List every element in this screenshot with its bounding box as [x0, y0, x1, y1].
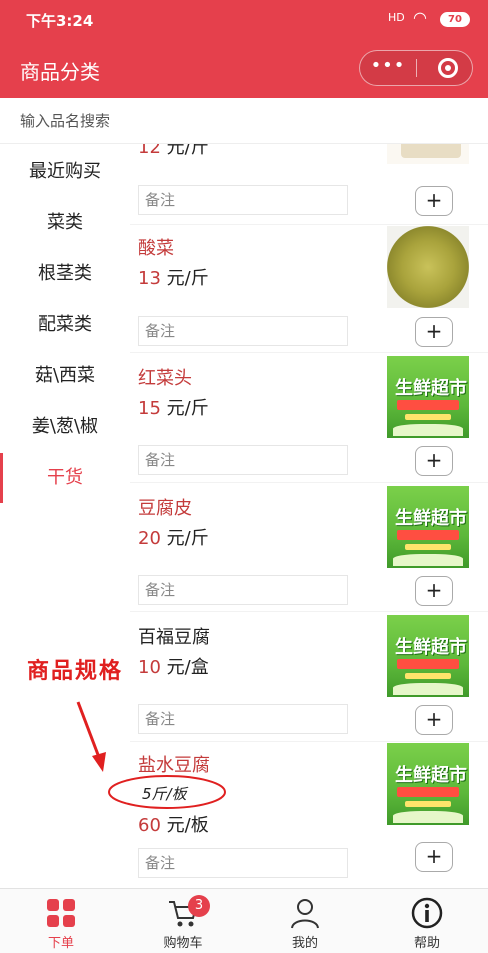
category-recent[interactable]: 最近购买 — [0, 147, 130, 197]
divider — [130, 224, 488, 225]
info-icon — [411, 897, 443, 929]
category-roots[interactable]: 根茎类 — [0, 249, 130, 299]
add-to-cart-button[interactable]: + — [415, 705, 453, 735]
signal-icon: HD — [388, 11, 405, 24]
tab-label: 购物车 — [163, 936, 203, 951]
divider — [130, 611, 488, 612]
category-dry-goods[interactable]: 干货 — [0, 453, 130, 503]
remark-input[interactable]: 备注 — [138, 185, 348, 215]
tab-mine[interactable]: 我的 — [244, 889, 366, 953]
product-price: 20 元/斤 — [138, 528, 209, 549]
spec-highlight-ellipse — [108, 775, 226, 809]
category-ginger-onion-pepper[interactable]: 姜\葱\椒 — [0, 402, 130, 452]
product-image: 生鲜超市 — [387, 356, 469, 438]
product-image: 生鲜超市 — [387, 486, 469, 568]
product-price: 60 元/板 — [138, 815, 209, 836]
add-to-cart-button[interactable]: + — [415, 317, 453, 347]
product-name: 酸菜 — [138, 238, 174, 259]
more-button[interactable]: ••• — [360, 51, 416, 85]
product-name: 百福豆腐 — [138, 627, 210, 648]
grid-icon — [47, 899, 75, 927]
category-mushrooms[interactable]: 菇\西菜 — [0, 351, 130, 401]
remark-input[interactable]: 备注 — [138, 704, 348, 734]
divider — [130, 482, 488, 483]
category-vegetables[interactable]: 菜类 — [0, 198, 130, 248]
battery-icon: 70 — [440, 12, 470, 27]
product-image — [387, 226, 469, 308]
close-miniapp-icon[interactable] — [438, 58, 458, 78]
remark-input[interactable]: 备注 — [138, 316, 348, 346]
search-input[interactable] — [20, 106, 460, 136]
tab-help[interactable]: 帮助 — [366, 889, 488, 953]
remark-input[interactable]: 备注 — [138, 575, 348, 605]
product-name: 红菜头 — [138, 368, 192, 389]
add-to-cart-button[interactable]: + — [415, 576, 453, 606]
annotation-arrow-icon — [76, 701, 106, 772]
spec-annotation-label: 商品规格 — [27, 659, 124, 684]
tab-cart[interactable]: 3 购物车 — [122, 889, 244, 953]
product-price: 10 元/盒 — [138, 657, 209, 678]
status-bar: 下午3:24 HD ◠ 70 — [0, 0, 488, 40]
remark-input[interactable]: 备注 — [138, 445, 348, 475]
cart-badge: 3 — [188, 895, 210, 917]
remark-input[interactable]: 备注 — [138, 848, 348, 878]
divider — [130, 741, 488, 742]
page-title: 商品分类 — [20, 60, 100, 84]
product-price: 12 元/斤 — [138, 144, 209, 158]
tab-label: 帮助 — [413, 936, 440, 951]
status-time: 下午3:24 — [26, 12, 94, 30]
product-price: 13 元/斤 — [138, 268, 209, 289]
category-side-dishes[interactable]: 配菜类 — [0, 300, 130, 350]
capsule-divider — [416, 59, 417, 77]
product-price: 15 元/斤 — [138, 398, 209, 419]
bottom-tab-bar: 下单 3 购物车 我的 帮助 — [0, 888, 488, 953]
product-image: 生鲜超市 — [387, 743, 469, 825]
divider — [130, 352, 488, 353]
tab-label: 下单 — [47, 936, 74, 951]
tab-order[interactable]: 下单 — [0, 889, 122, 953]
tab-label: 我的 — [291, 936, 318, 951]
product-name: 豆腐皮 — [138, 498, 192, 519]
title-bar: 下午3:24 HD ◠ 70 商品分类 ••• — [0, 0, 488, 98]
miniapp-capsule: ••• — [359, 50, 473, 86]
search-bar — [0, 98, 488, 144]
add-to-cart-button[interactable]: + — [415, 446, 453, 476]
user-icon — [291, 899, 319, 929]
add-to-cart-button[interactable]: + — [415, 186, 453, 216]
wifi-icon: ◠ — [413, 8, 427, 27]
add-to-cart-button[interactable]: + — [415, 842, 453, 872]
product-image — [387, 144, 469, 164]
product-image: 生鲜超市 — [387, 615, 469, 697]
